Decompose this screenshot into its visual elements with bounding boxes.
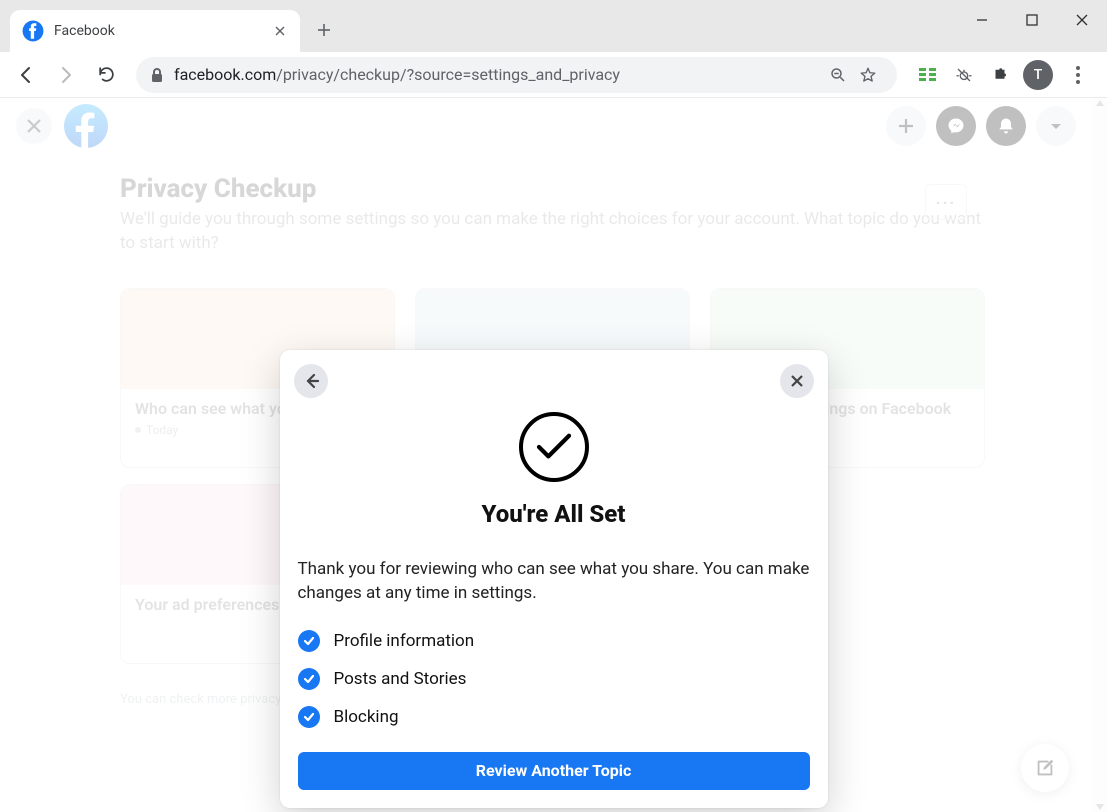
browser-tab-active[interactable]: Facebook bbox=[10, 10, 300, 52]
tab-strip: Facebook bbox=[0, 0, 1107, 52]
browser-toolbar: facebook.com/privacy/checkup/?source=set… bbox=[0, 52, 1107, 98]
browser-menu-button[interactable] bbox=[1063, 66, 1093, 84]
page-viewport: Privacy Checkup We'll guide you through … bbox=[0, 98, 1107, 812]
window-maximize-button[interactable] bbox=[1007, 0, 1057, 40]
reviewed-items-list: Profile information Posts and Stories Bl… bbox=[298, 622, 810, 736]
check-icon bbox=[298, 706, 320, 728]
url-text: facebook.com/privacy/checkup/?source=set… bbox=[174, 65, 620, 84]
modal-back-button[interactable] bbox=[294, 364, 328, 398]
all-set-modal: You're All Set Thank you for reviewing w… bbox=[280, 350, 828, 808]
browser-chrome: Facebook facebook.com/privacy/checkup/?s… bbox=[0, 0, 1107, 98]
check-circle-icon bbox=[519, 412, 589, 482]
browser-reload-button[interactable] bbox=[88, 57, 124, 93]
check-icon bbox=[298, 668, 320, 690]
bookmark-star-icon[interactable] bbox=[853, 66, 883, 84]
extension-bug-icon[interactable] bbox=[951, 62, 977, 88]
review-another-topic-button[interactable]: Review Another Topic bbox=[298, 752, 810, 790]
new-tab-button[interactable] bbox=[306, 12, 342, 48]
list-item: Profile information bbox=[298, 622, 810, 660]
window-controls bbox=[957, 0, 1107, 40]
lock-icon bbox=[150, 67, 164, 83]
extension-icons: T bbox=[909, 60, 1099, 90]
modal-description: Thank you for reviewing who can see what… bbox=[298, 558, 810, 606]
address-bar[interactable]: facebook.com/privacy/checkup/?source=set… bbox=[136, 57, 897, 93]
list-item: Blocking bbox=[298, 698, 810, 736]
window-close-button[interactable] bbox=[1057, 0, 1107, 40]
browser-forward-button[interactable] bbox=[48, 57, 84, 93]
modal-title: You're All Set bbox=[482, 500, 626, 528]
list-item: Posts and Stories bbox=[298, 660, 810, 698]
window-minimize-button[interactable] bbox=[957, 0, 1007, 40]
tab-close-button[interactable] bbox=[272, 23, 288, 39]
extensions-puzzle-icon[interactable] bbox=[987, 62, 1013, 88]
extension-green-icon[interactable] bbox=[915, 62, 941, 88]
tab-title: Facebook bbox=[54, 23, 272, 39]
modal-close-button[interactable] bbox=[780, 364, 814, 398]
browser-back-button[interactable] bbox=[8, 57, 44, 93]
zoom-icon[interactable] bbox=[823, 66, 853, 84]
facebook-favicon-icon bbox=[22, 20, 44, 42]
check-icon bbox=[298, 630, 320, 652]
profile-avatar[interactable]: T bbox=[1023, 60, 1053, 90]
